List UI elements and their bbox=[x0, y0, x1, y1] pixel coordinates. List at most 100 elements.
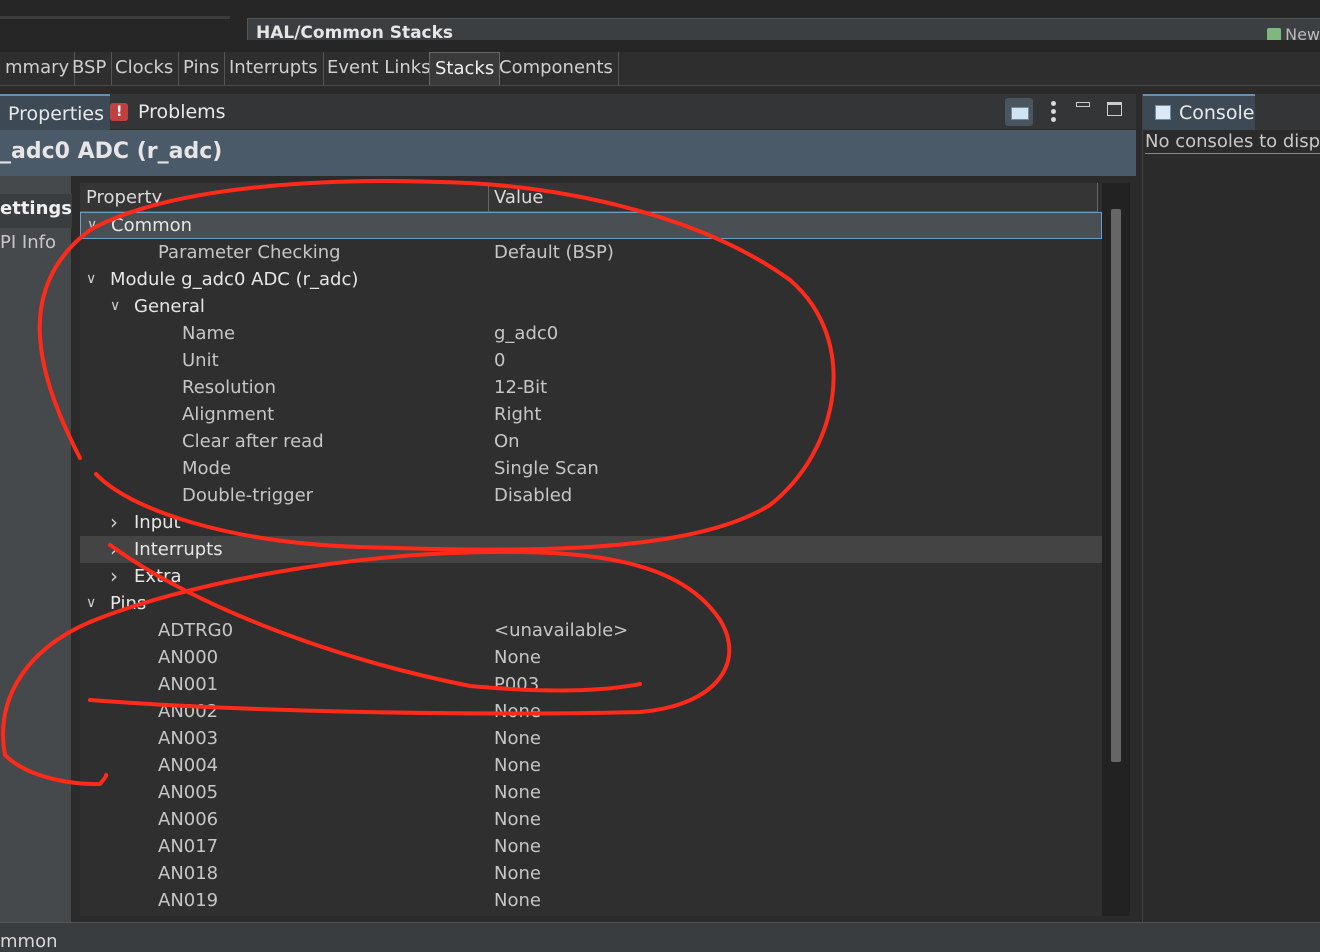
column-property[interactable]: Property bbox=[86, 187, 162, 208]
chevron-down-icon[interactable]: ∨ bbox=[110, 293, 120, 320]
tab-event-links[interactable]: Event Links bbox=[322, 52, 437, 85]
table-row[interactable]: AN005 None bbox=[80, 779, 1102, 806]
property-label: AN002 bbox=[158, 701, 219, 722]
property-label: Alignment bbox=[182, 404, 275, 425]
property-label: AN006 bbox=[158, 809, 219, 830]
tab-pins[interactable]: Pins bbox=[178, 52, 226, 85]
column-value[interactable]: Value bbox=[488, 183, 1098, 212]
table-row[interactable]: AN000 None bbox=[80, 644, 1102, 671]
property-value[interactable]: P003 bbox=[494, 671, 539, 698]
property-value[interactable]: None bbox=[494, 860, 541, 887]
tab-bsp[interactable]: BSP bbox=[67, 52, 113, 85]
vertical-scrollbar[interactable] bbox=[1102, 183, 1130, 916]
table-row[interactable]: ∨ Common bbox=[80, 212, 1102, 239]
new-stack-icon bbox=[1267, 28, 1282, 40]
table-row[interactable]: AN017 None bbox=[80, 833, 1102, 860]
table-row[interactable]: AN004 None bbox=[80, 752, 1102, 779]
scrollbar-thumb[interactable] bbox=[1111, 209, 1121, 762]
properties-sidebar: ettings PI Info bbox=[0, 176, 72, 922]
table-row[interactable]: ∨ General bbox=[80, 293, 1102, 320]
property-label: Clear after read bbox=[182, 431, 324, 452]
table-row[interactable]: Unit 0 bbox=[80, 347, 1102, 374]
chevron-down-icon[interactable]: ∨ bbox=[86, 266, 96, 293]
property-value[interactable]: None bbox=[494, 725, 541, 752]
tab-components[interactable]: Components bbox=[494, 52, 619, 85]
table-row[interactable]: › Extra bbox=[80, 563, 1102, 590]
problems-view-tab[interactable]: Problems bbox=[110, 94, 226, 130]
property-label: AN017 bbox=[158, 836, 219, 857]
property-label: General bbox=[134, 296, 205, 317]
table-row[interactable]: Alignment Right bbox=[80, 401, 1102, 428]
tab-stacks[interactable]: Stacks bbox=[429, 52, 501, 85]
table-row[interactable]: Resolution 12-Bit bbox=[80, 374, 1102, 401]
property-value[interactable]: On bbox=[494, 428, 520, 455]
table-row[interactable]: ∨ Pins bbox=[80, 590, 1102, 617]
table-row[interactable]: AN003 None bbox=[80, 725, 1102, 752]
new-stack-label: New bbox=[1285, 25, 1320, 40]
property-value[interactable]: 12-Bit bbox=[494, 374, 547, 401]
sidebar-item-settings[interactable]: ettings bbox=[0, 194, 72, 228]
chevron-right-icon[interactable]: › bbox=[110, 509, 118, 536]
property-value[interactable]: None bbox=[494, 833, 541, 860]
table-row[interactable]: Name g_adc0 bbox=[80, 320, 1102, 347]
property-value[interactable]: <unavailable> bbox=[494, 617, 628, 644]
editor-title: HAL/Common Stacks bbox=[256, 23, 454, 40]
property-value[interactable]: None bbox=[494, 698, 541, 725]
property-value[interactable]: Single Scan bbox=[494, 455, 599, 482]
table-row[interactable]: › Input bbox=[80, 509, 1102, 536]
property-label: AN018 bbox=[158, 863, 219, 884]
property-label: Input bbox=[134, 512, 181, 533]
table-row[interactable]: ∨ Module g_adc0 ADC (r_adc) bbox=[80, 266, 1102, 293]
chevron-right-icon[interactable]: › bbox=[110, 563, 118, 590]
tab-clocks[interactable]: Clocks bbox=[110, 52, 180, 85]
minimize-icon[interactable] bbox=[1076, 102, 1090, 107]
property-value[interactable]: Default (BSP) bbox=[494, 239, 614, 266]
console-tab-label: Console bbox=[1179, 102, 1255, 124]
console-message: No consoles to display bbox=[1145, 131, 1320, 154]
sidebar-item-api-info[interactable]: PI Info bbox=[0, 232, 56, 253]
tab-interrupts[interactable]: Interrupts bbox=[224, 52, 324, 85]
property-value[interactable]: 0 bbox=[494, 347, 505, 374]
table-row[interactable]: AN002 None bbox=[80, 698, 1102, 725]
maximize-icon[interactable] bbox=[1107, 102, 1122, 116]
table-row[interactable]: › Interrupts bbox=[80, 536, 1102, 563]
property-value[interactable]: None bbox=[494, 779, 541, 806]
table-row[interactable]: Double-trigger Disabled bbox=[80, 482, 1102, 509]
property-value[interactable]: None bbox=[494, 752, 541, 779]
console-view-tab[interactable]: Console bbox=[1143, 94, 1255, 130]
table-row[interactable]: AN001 P003 bbox=[80, 671, 1102, 698]
problems-icon bbox=[110, 94, 128, 130]
property-value[interactable]: g_adc0 bbox=[494, 320, 558, 347]
table-row[interactable]: AN018 None bbox=[80, 860, 1102, 887]
console-tab-bar bbox=[1255, 94, 1320, 130]
properties-view-tab[interactable]: Properties bbox=[0, 94, 111, 130]
table-row[interactable]: AN006 None bbox=[80, 806, 1102, 833]
pin-view-icon[interactable] bbox=[1005, 98, 1033, 126]
property-label: AN004 bbox=[158, 755, 219, 776]
status-text: mmon bbox=[0, 931, 58, 952]
chevron-down-icon[interactable]: ∨ bbox=[86, 590, 96, 617]
status-bar: mmon bbox=[0, 922, 1320, 952]
table-row[interactable]: ADTRG0 <unavailable> bbox=[80, 617, 1102, 644]
property-value[interactable]: None bbox=[494, 806, 541, 833]
property-label: Common bbox=[111, 215, 193, 236]
chevron-down-icon[interactable]: ∨ bbox=[87, 213, 97, 238]
table-row[interactable]: AN019 None bbox=[80, 887, 1102, 914]
chevron-right-icon[interactable]: › bbox=[110, 536, 118, 563]
table-row[interactable]: Clear after read On bbox=[80, 428, 1102, 455]
view-menu-icon[interactable] bbox=[1040, 98, 1068, 126]
table-row[interactable]: Mode Single Scan bbox=[80, 455, 1102, 482]
gap bbox=[0, 86, 1320, 94]
console-pane: Console No consoles to display bbox=[1142, 94, 1320, 922]
property-label: AN003 bbox=[158, 728, 219, 749]
tab-summary[interactable]: mmary bbox=[0, 52, 76, 85]
property-value[interactable]: Right bbox=[494, 401, 541, 428]
new-stack-link[interactable]: New bbox=[1267, 25, 1320, 40]
table-row[interactable]: Parameter Checking Default (BSP) bbox=[80, 239, 1102, 266]
property-value[interactable]: None bbox=[494, 887, 541, 914]
property-label: Double-trigger bbox=[182, 485, 314, 506]
property-label: Pins bbox=[110, 593, 147, 614]
property-label: Extra bbox=[134, 566, 182, 587]
property-value[interactable]: None bbox=[494, 644, 541, 671]
property-value[interactable]: Disabled bbox=[494, 482, 572, 509]
